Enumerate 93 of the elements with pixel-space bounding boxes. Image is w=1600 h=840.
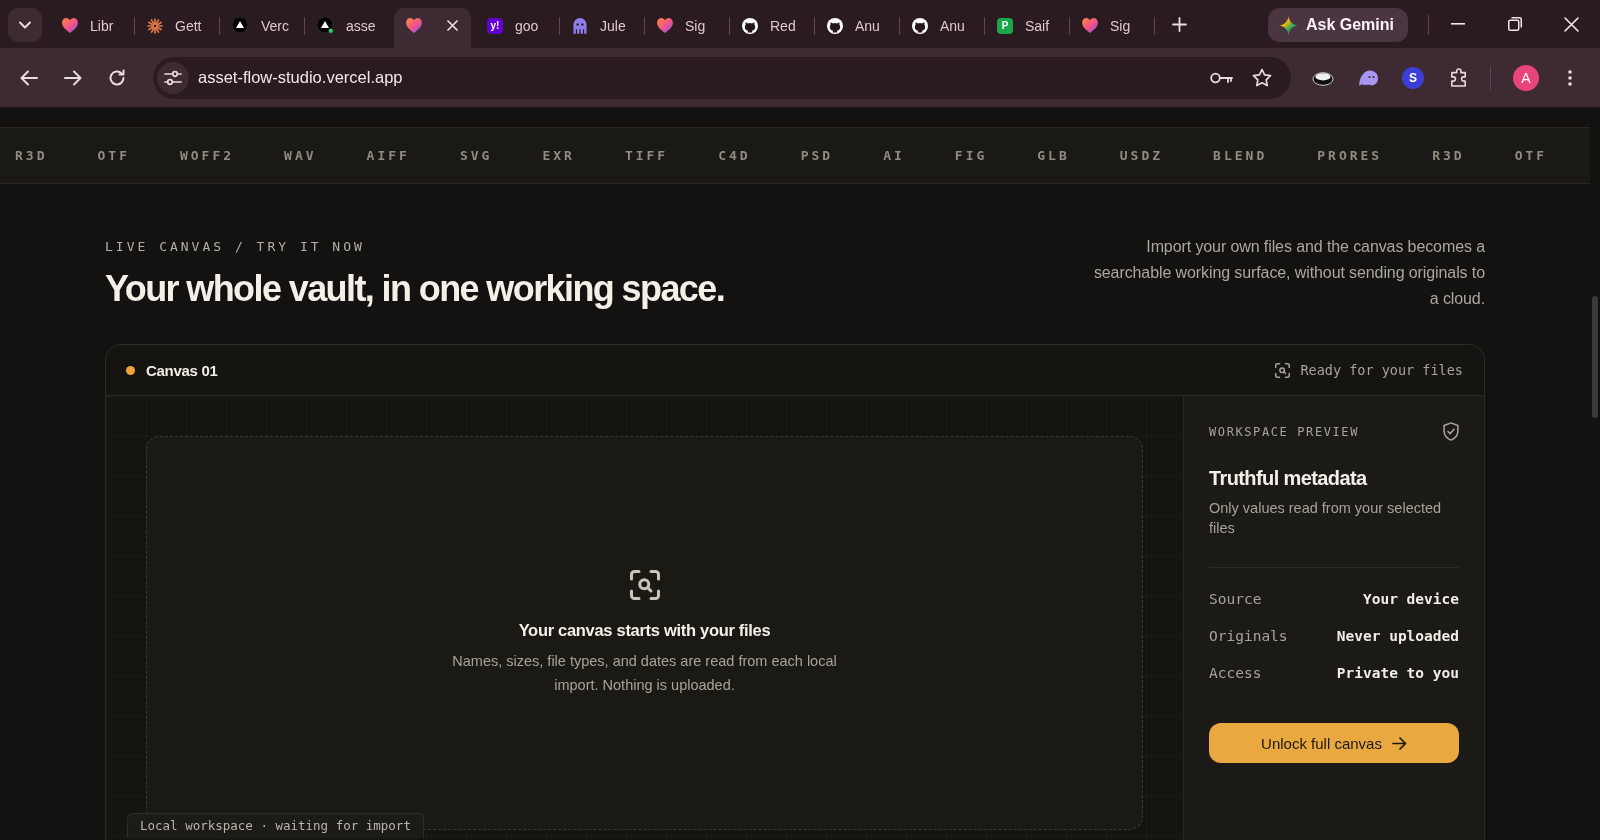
star-icon — [1252, 68, 1272, 87]
format-label: PSD — [800, 148, 834, 163]
triangle-icon — [232, 17, 249, 34]
browser-tab[interactable]: Anu — [900, 8, 985, 48]
format-label: SVG — [459, 148, 493, 163]
focus-search-icon — [629, 569, 660, 600]
close-icon — [1564, 16, 1579, 32]
browser-tab[interactable]: Gett — [135, 8, 220, 48]
format-label: OTF — [1514, 148, 1548, 163]
browser-tab[interactable]: Red — [730, 8, 815, 48]
format-label: WOFF2 — [179, 148, 235, 163]
browser-tab[interactable]: Anu — [815, 8, 900, 48]
key-icon — [1209, 71, 1233, 84]
back-arrow-icon — [20, 69, 38, 86]
forward-arrow-icon — [64, 69, 82, 86]
letter-logo: P — [997, 17, 1013, 34]
browser-tab[interactable]: Verc — [220, 8, 305, 48]
more-icon — [1568, 69, 1572, 86]
browser-tab[interactable]: Libr — [50, 8, 135, 48]
sparkle-icon — [1278, 15, 1298, 35]
site-settings-button[interactable] — [157, 61, 189, 94]
profile-button[interactable]: A — [1513, 64, 1539, 91]
format-label: USDZ — [1119, 148, 1164, 163]
format-label: FIG — [954, 148, 988, 163]
canvas-name: Canvas 01 — [146, 361, 218, 379]
close-tab-button[interactable] — [444, 17, 460, 34]
format-label: R3D — [15, 148, 48, 163]
fact-value: Your device — [1362, 590, 1459, 609]
format-label: WAV — [284, 148, 317, 163]
extension-button[interactable]: S — [1402, 66, 1424, 89]
disc-icon — [1312, 69, 1334, 86]
empty-state-text: Names, sizes, file types, and dates are read from each local import. Nothing is uploaded. — [451, 651, 838, 695]
format-label: PRORES — [1317, 148, 1383, 163]
sliders-icon — [164, 69, 182, 86]
panel-eyebrow: WORKSPACE PREVIEW — [1209, 423, 1360, 440]
fact-label: Originals — [1209, 627, 1288, 646]
format-label: BLEND — [1213, 148, 1268, 163]
empty-state-title: Your canvas starts with your files — [518, 619, 771, 641]
tab-search-button[interactable] — [8, 8, 42, 42]
format-label: R3D — [1432, 148, 1465, 163]
chevron-down-icon — [19, 21, 31, 29]
letter-logo: y! — [487, 17, 503, 34]
fact-label: Access — [1209, 664, 1262, 683]
unlock-canvas-button[interactable]: Unlock full canvas — [1209, 723, 1459, 763]
browser-tab[interactable] — [394, 8, 471, 48]
minimize-icon — [1450, 23, 1465, 25]
fact-value: Private to you — [1336, 664, 1459, 683]
cat-icon — [827, 17, 843, 34]
format-label: C4D — [718, 148, 751, 163]
browser-tab[interactable]: P Saif — [985, 8, 1070, 48]
focus-search-icon — [1275, 362, 1291, 378]
heart-icon — [406, 18, 422, 33]
address-bar[interactable]: asset-flow-studio.vercel.app — [153, 56, 1291, 99]
panel-description: Only values read from your selected files — [1209, 499, 1443, 538]
heart-icon — [1082, 18, 1098, 33]
section-heading: Your whole vault, in one working space. — [105, 267, 725, 311]
heart-icon — [62, 18, 78, 33]
canvas-status: Ready for your files — [1300, 362, 1463, 378]
browser-tab[interactable]: Jule — [560, 8, 645, 48]
panel-title: Truthful metadata — [1209, 466, 1369, 491]
url-text[interactable]: asset-flow-studio.vercel.app — [198, 68, 403, 87]
browser-tab[interactable]: Sig — [1070, 8, 1155, 48]
browser-tab[interactable]: Sig — [645, 8, 730, 48]
fact-value: Never uploaded — [1336, 627, 1459, 646]
cat-icon — [742, 17, 758, 34]
reload-icon — [108, 68, 126, 87]
workspace-status-label: Local workspace · waiting for import — [127, 813, 424, 838]
plus-icon — [1171, 16, 1187, 32]
close-icon — [446, 20, 458, 31]
format-label: GLB — [1037, 148, 1070, 163]
puzzle-icon — [1449, 68, 1467, 87]
shield-check-icon — [1443, 422, 1459, 441]
browser-tab[interactable]: asse — [305, 8, 390, 48]
status-dot-icon — [126, 365, 135, 375]
heart-icon — [657, 18, 673, 33]
restore-icon — [1507, 17, 1522, 31]
format-label: EXR — [542, 148, 575, 163]
ghost-icon — [1357, 68, 1379, 87]
assistant-button[interactable]: Ask Gemini — [1267, 8, 1408, 42]
triangle-status-icon — [317, 17, 334, 34]
section-intro: Import your own files and the canvas becomes a searchable working surface, without sending originals to a cloud. — [1092, 237, 1485, 309]
format-label: TIFF — [624, 148, 669, 163]
cat-icon — [912, 17, 928, 34]
browser-tab[interactable]: y! goo — [475, 8, 560, 48]
octopus-icon — [572, 17, 588, 34]
section-eyebrow: LIVE CANVAS / TRY IT NOW — [105, 239, 366, 255]
format-label: AIFF — [366, 148, 410, 163]
scrollbar-thumb[interactable] — [1592, 296, 1598, 418]
format-label: AI — [883, 148, 905, 163]
arrow-right-icon — [1391, 736, 1407, 750]
fact-label: Source — [1209, 590, 1262, 609]
format-label: OTF — [97, 148, 130, 163]
starburst-icon — [147, 17, 163, 34]
